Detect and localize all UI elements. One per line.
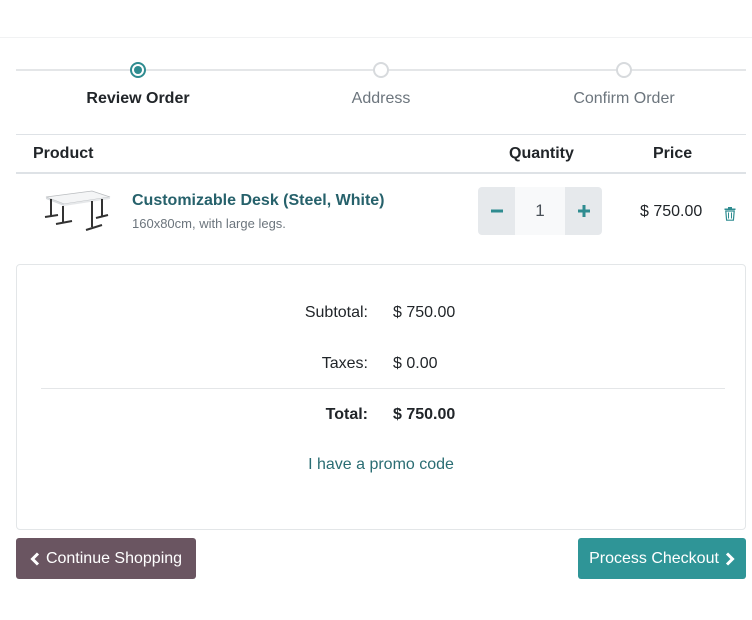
checkout-progress: Review Order Address Confirm Order: [16, 58, 746, 114]
minus-icon: [490, 209, 503, 213]
product-description: 160x80cm, with large legs.: [132, 216, 286, 231]
order-summary-card: Subtotal: $ 750.00 Taxes: $ 0.00 Total: …: [16, 264, 746, 530]
continue-shopping-label: Continue Shopping: [45, 549, 183, 567]
increase-quantity-button[interactable]: [565, 187, 602, 235]
subtotal-label: Subtotal:: [304, 304, 368, 321]
table-header: Product Quantity Price: [16, 134, 746, 174]
decrease-quantity-button[interactable]: [478, 187, 515, 235]
step-confirm-order[interactable]: Confirm Order: [502, 58, 746, 108]
process-checkout-button[interactable]: Process Checkout: [578, 538, 746, 579]
cart-table: Product Quantity Price Customizable Desk…: [16, 134, 746, 252]
promo-code-link[interactable]: I have a promo code: [17, 456, 745, 474]
quantity-input[interactable]: 1: [515, 187, 565, 235]
product-name-link[interactable]: Customizable Desk (Steel, White): [132, 192, 385, 210]
header-product: Product: [33, 145, 94, 162]
total-value: $ 750.00: [393, 406, 456, 423]
step-address[interactable]: Address: [259, 58, 503, 108]
total-label: Total:: [325, 406, 368, 423]
subtotal-value: $ 750.00: [393, 304, 456, 321]
chevron-left-icon: [30, 551, 39, 566]
plus-icon: [577, 205, 590, 217]
chevron-right-icon: [725, 551, 735, 566]
summary-divider: [41, 388, 725, 389]
desk-icon[interactable]: [42, 187, 112, 237]
quantity-stepper: 1: [478, 187, 602, 235]
step-label: Confirm Order: [573, 90, 675, 107]
header-price: Price: [653, 145, 693, 162]
step-dot: [616, 62, 632, 78]
step-review-order[interactable]: Review Order: [16, 58, 260, 108]
taxes-value: $ 0.00: [393, 355, 438, 372]
step-dot-active: [130, 62, 146, 78]
header-quantity: Quantity: [509, 145, 574, 162]
top-bar: [0, 0, 752, 38]
continue-shopping-button[interactable]: Continue Shopping: [16, 538, 196, 579]
process-checkout-label: Process Checkout: [589, 549, 719, 567]
table-row: Customizable Desk (Steel, White) 160x80c…: [16, 174, 746, 252]
step-label: Address: [351, 90, 411, 107]
trash-icon[interactable]: [724, 207, 736, 221]
taxes-label: Taxes:: [321, 355, 368, 372]
line-price: $ 750.00: [640, 203, 703, 220]
step-dot: [373, 62, 389, 78]
step-label: Review Order: [86, 90, 190, 107]
